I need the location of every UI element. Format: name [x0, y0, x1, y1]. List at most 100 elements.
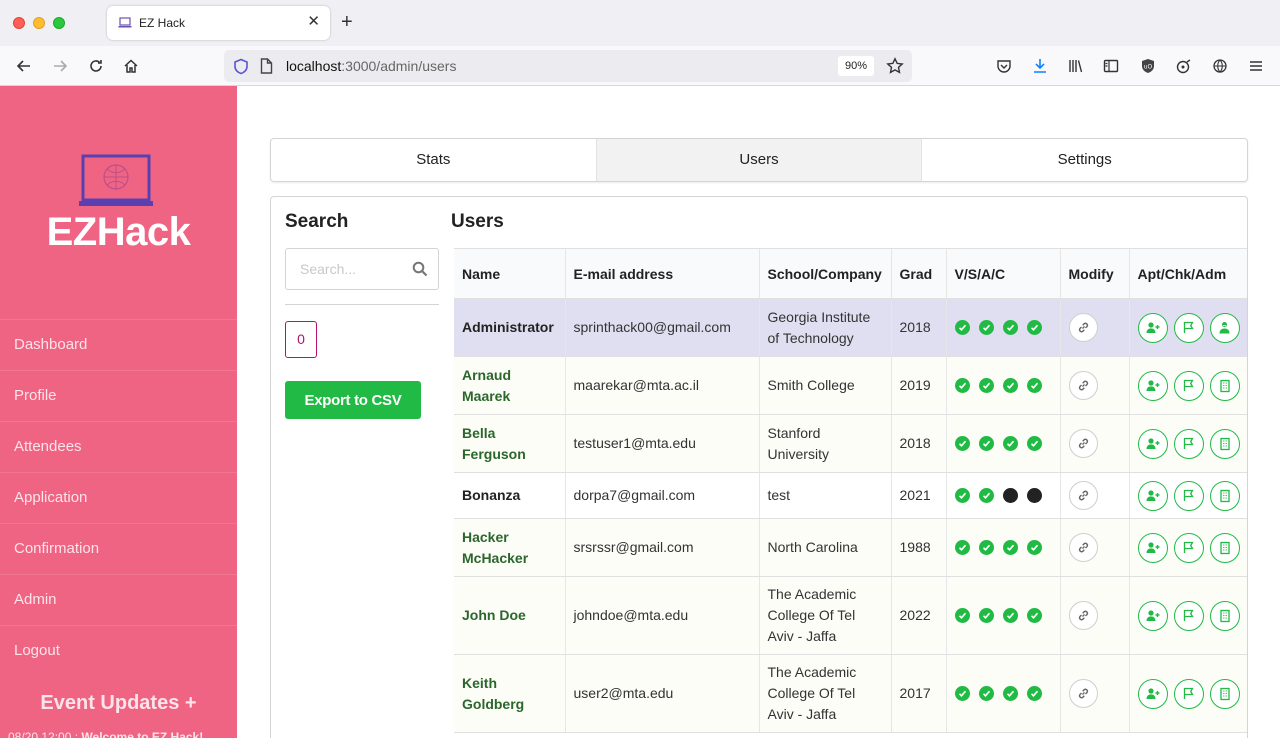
table-row[interactable]: Arnaud Maarek maarekar@mta.ac.il Smith C…	[454, 356, 1247, 415]
building-icon[interactable]	[1209, 370, 1240, 401]
pocket-icon[interactable]	[994, 56, 1014, 76]
user-name[interactable]: Arnaud Maarek	[462, 367, 511, 404]
user-name[interactable]: John Doe	[462, 607, 526, 623]
user-name[interactable]: Administrator	[462, 319, 554, 335]
user-name[interactable]: Bella Ferguson	[462, 425, 526, 462]
event-update-item: 08/20 12:00 : Welcome to EZ Hack!	[8, 730, 203, 738]
flag-icon[interactable]	[1173, 600, 1204, 631]
add-user-icon[interactable]	[1137, 480, 1168, 511]
export-csv-button[interactable]: Export to CSV	[285, 381, 421, 419]
column-header-school[interactable]: School/Company	[758, 248, 891, 299]
flag-icon[interactable]	[1173, 312, 1204, 343]
link-icon[interactable]	[1068, 481, 1098, 510]
new-tab-icon[interactable]: +	[341, 11, 353, 33]
user-name[interactable]: Hacker McHacker	[462, 529, 528, 566]
add-user-icon[interactable]	[1137, 678, 1168, 709]
flag-icon[interactable]	[1173, 532, 1204, 563]
user-grad: 2019	[890, 356, 946, 415]
flag-icon[interactable]	[1173, 428, 1204, 459]
table-row[interactable]: Bella Ferguson testuser1@mta.edu Stanfor…	[454, 414, 1247, 473]
add-user-icon[interactable]	[1137, 600, 1168, 631]
link-icon[interactable]	[1068, 601, 1098, 630]
tab-stats[interactable]: Stats	[271, 139, 597, 181]
user-name[interactable]: Bonanza	[462, 487, 520, 503]
forward-icon[interactable]	[50, 56, 70, 76]
building-icon[interactable]	[1209, 428, 1240, 459]
user-actions	[1137, 532, 1242, 563]
column-header-email[interactable]: E-mail address	[564, 248, 759, 299]
library-icon[interactable]	[1066, 56, 1086, 76]
column-header-grad[interactable]: Grad	[890, 248, 946, 299]
tab-settings[interactable]: Settings	[922, 139, 1247, 181]
flag-icon[interactable]	[1173, 370, 1204, 401]
add-user-icon[interactable]	[1137, 370, 1168, 401]
extension-icon[interactable]	[1174, 56, 1194, 76]
back-icon[interactable]	[14, 56, 34, 76]
column-header-name[interactable]: Name	[454, 248, 565, 299]
url-text: localhost:3000/admin/users	[286, 58, 456, 74]
sidebar-item-application[interactable]: Application	[0, 472, 237, 523]
add-user-icon[interactable]	[1137, 312, 1168, 343]
shield-icon[interactable]	[233, 58, 249, 75]
user-email: testuser1@mta.edu	[564, 414, 759, 473]
tab-users[interactable]: Users	[596, 139, 923, 181]
link-icon[interactable]	[1068, 313, 1098, 342]
building-icon[interactable]	[1209, 678, 1240, 709]
search-input[interactable]	[286, 249, 406, 289]
table-row[interactable]: Bonanza dorpa7@gmail.com test 2021	[454, 472, 1247, 519]
add-user-icon[interactable]	[1137, 532, 1168, 563]
user-name-cell: John Doe	[454, 576, 565, 655]
building-icon[interactable]	[1209, 600, 1240, 631]
check-circle-icon	[978, 320, 994, 335]
browser-navbar: localhost:3000/admin/users 90% uO	[0, 46, 1280, 86]
flag-icon[interactable]	[1173, 480, 1204, 511]
sidebar-toggle-icon[interactable]	[1101, 56, 1121, 76]
download-icon[interactable]	[1030, 56, 1050, 76]
flag-icon[interactable]	[1173, 678, 1204, 709]
link-icon[interactable]	[1068, 679, 1098, 708]
zoom-level-badge[interactable]: 90%	[838, 56, 875, 76]
menu-icon[interactable]	[1246, 56, 1266, 76]
bookmark-star-icon[interactable]	[886, 57, 904, 75]
table-row[interactable]: Hacker McHacker srsrssr@gmail.com North …	[454, 518, 1247, 577]
link-icon[interactable]	[1068, 533, 1098, 562]
table-row[interactable]: John Doe johndoe@mta.edu The Academic Co…	[454, 576, 1247, 655]
sidebar-item-confirmation[interactable]: Confirmation	[0, 523, 237, 574]
sidebar-item-attendees[interactable]: Attendees	[0, 421, 237, 472]
add-user-icon[interactable]	[1137, 428, 1168, 459]
table-row[interactable]: Administrator sprinthack00@gmail.com Geo…	[454, 298, 1247, 357]
column-header-status[interactable]: V/S/A/C	[945, 248, 1060, 299]
page-info-icon[interactable]	[260, 58, 273, 74]
search-icon[interactable]	[412, 261, 428, 277]
maximize-window-button[interactable]	[53, 17, 65, 29]
table-row[interactable]: Keith Goldberg user2@mta.edu The Academi…	[454, 654, 1247, 733]
globe-extension-icon[interactable]	[1210, 56, 1230, 76]
user-name[interactable]: Keith Goldberg	[462, 675, 524, 712]
admin-user-icon[interactable]	[1209, 312, 1240, 343]
reload-icon[interactable]	[86, 56, 106, 76]
sidebar-item-admin[interactable]: Admin	[0, 574, 237, 625]
home-icon[interactable]	[121, 56, 141, 76]
users-table-body: Administrator sprinthack00@gmail.com Geo…	[454, 298, 1247, 733]
browser-tab[interactable]: EZ Hack ✕	[107, 6, 330, 40]
link-icon[interactable]	[1068, 371, 1098, 400]
modify-cell	[1059, 518, 1129, 577]
laptop-logo-icon	[79, 154, 153, 206]
sidebar-item-logout[interactable]: Logout	[0, 625, 237, 676]
column-header-modify[interactable]: Modify	[1059, 248, 1129, 299]
sidebar: EZHack Dashboard Profile Attendees Appli…	[0, 86, 237, 738]
close-tab-icon[interactable]: ✕	[307, 14, 320, 30]
minimize-window-button[interactable]	[33, 17, 45, 29]
sidebar-item-profile[interactable]: Profile	[0, 370, 237, 421]
address-bar[interactable]: localhost:3000/admin/users 90%	[224, 50, 912, 82]
event-updates-toggle[interactable]: Event Updates +	[0, 692, 237, 715]
link-icon[interactable]	[1068, 429, 1098, 458]
close-window-button[interactable]	[13, 17, 25, 29]
url-path: :3000/admin/users	[341, 58, 457, 74]
building-icon[interactable]	[1209, 532, 1240, 563]
ublock-icon[interactable]: uO	[1138, 56, 1158, 76]
column-header-actions[interactable]: Apt/Chk/Adm	[1128, 248, 1247, 299]
check-circle-icon	[954, 540, 970, 555]
building-icon[interactable]	[1209, 480, 1240, 511]
sidebar-item-dashboard[interactable]: Dashboard	[0, 319, 237, 370]
